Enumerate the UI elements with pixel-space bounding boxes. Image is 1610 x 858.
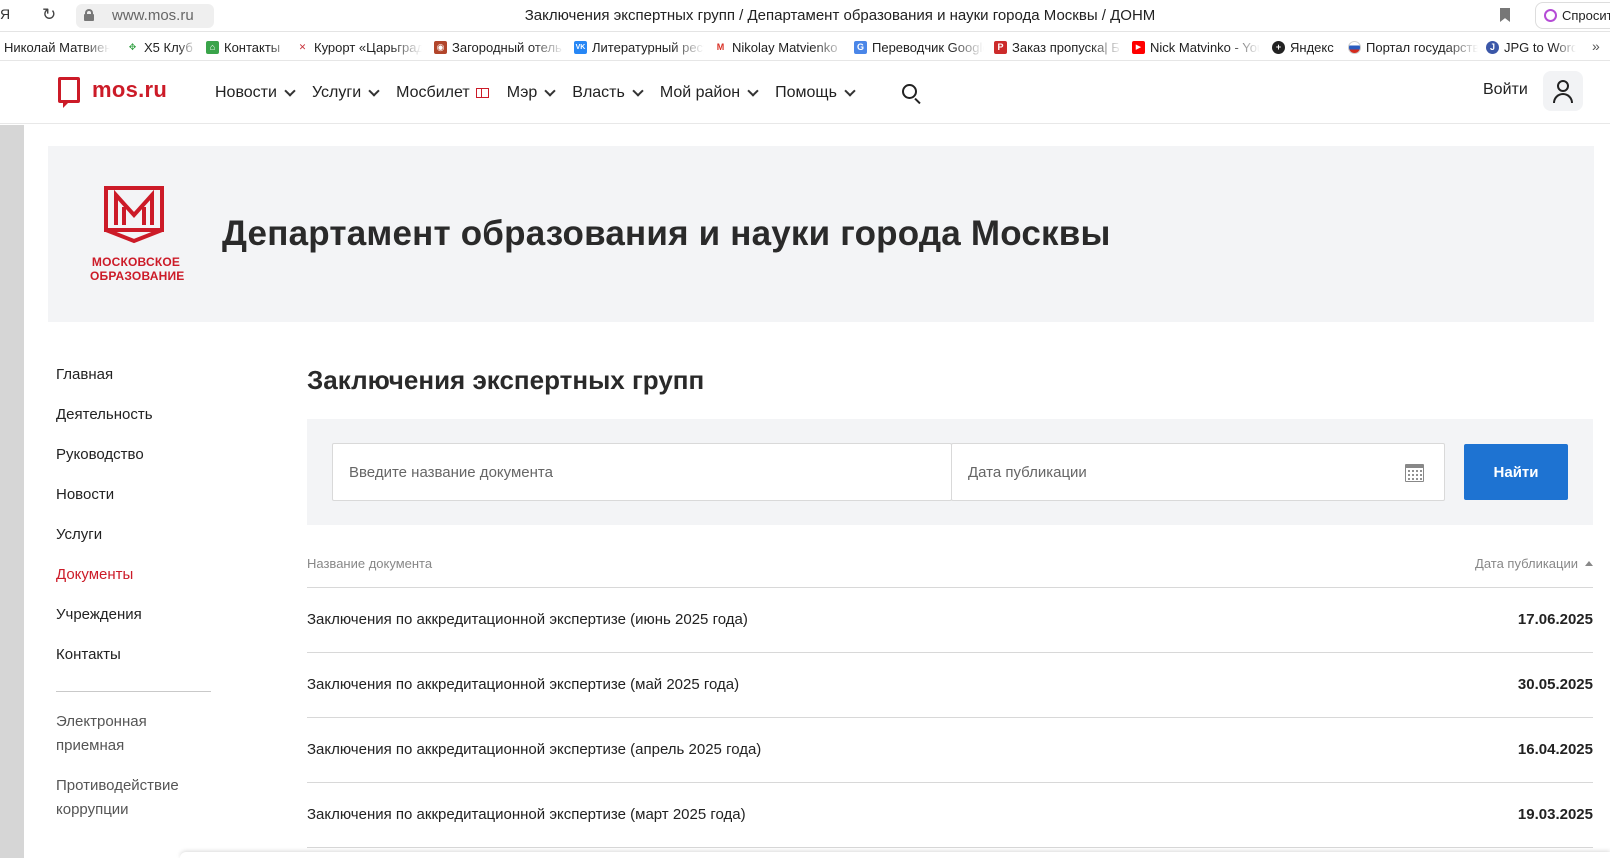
chevron-down-icon: [284, 84, 296, 97]
column-header-date[interactable]: Дата публикации: [1475, 556, 1593, 571]
user-account-button[interactable]: [1543, 71, 1583, 111]
sidebar-item-services[interactable]: Услуги: [56, 517, 216, 557]
table-header: Название документа Дата публикации: [307, 548, 1593, 588]
ticket-icon: [475, 88, 489, 98]
bookmark-item[interactable]: J JPG to Word: [1486, 40, 1576, 55]
bookmark-item[interactable]: G Переводчик Google: [854, 40, 984, 55]
sidebar-item-documents[interactable]: Документы: [56, 557, 216, 597]
search-panel: Найти: [307, 419, 1593, 525]
bookmark-item[interactable]: ⌂ Контакты: [206, 40, 290, 55]
nav-services[interactable]: Услуги: [312, 84, 380, 102]
chevron-down-icon: [544, 84, 556, 97]
window-edge: [0, 125, 24, 858]
main-nav: Новости Услуги Мосбилет Мэр Власть Мой р…: [215, 84, 872, 102]
bookmark-item[interactable]: ◉ Загородный отель: [434, 40, 564, 55]
bookmark-item[interactable]: ✥ X5 Клуб: [126, 40, 196, 55]
document-link[interactable]: Заключения по аккредитационной экспертиз…: [307, 741, 761, 758]
jpg-icon: J: [1486, 41, 1499, 54]
bottom-panel-edge: [180, 852, 1610, 858]
login-link[interactable]: Войти: [1483, 81, 1528, 99]
reload-icon[interactable]: ↻: [42, 5, 56, 25]
documents-table: Название документа Дата публикации Заклю…: [307, 548, 1593, 848]
chevron-down-icon: [368, 84, 380, 97]
sidebar-item-leadership[interactable]: Руководство: [56, 437, 216, 477]
search-icon[interactable]: [902, 84, 917, 99]
mos-logo-icon: [58, 77, 80, 108]
nav-government[interactable]: Власть: [572, 84, 644, 102]
sidebar-item-institutions[interactable]: Учреждения: [56, 597, 216, 637]
calendar-icon[interactable]: [1405, 464, 1424, 482]
moscow-education-logo-icon: [104, 186, 164, 244]
document-date: 16.04.2025: [1517, 741, 1593, 758]
document-link[interactable]: Заключения по аккредитационной экспертиз…: [307, 676, 739, 693]
table-row[interactable]: Заключения по аккредитационной экспертиз…: [307, 783, 1593, 848]
bookmarks-bar: Николай Матвиенко ✥X5 Клуб ⌂Контакты ✕Ку…: [0, 33, 1610, 61]
home-icon: ⌂: [206, 41, 219, 54]
user-icon: [1557, 80, 1569, 92]
document-date: 19.03.2025: [1517, 806, 1593, 823]
browser-toolbar: Я ↻ www.mos.ru Заключения экспертных гру…: [0, 0, 1610, 32]
pattern-icon: ✕: [298, 42, 307, 52]
bookmark-icon[interactable]: [1500, 8, 1510, 22]
table-row[interactable]: Заключения по аккредитационной экспертиз…: [307, 653, 1593, 718]
sort-ascending-icon: [1585, 561, 1593, 566]
sidebar-link-e-reception[interactable]: Электронная приемная: [56, 710, 166, 758]
chevron-down-icon: [747, 84, 759, 97]
bookmark-item[interactable]: VKЛитературный ресурс: [574, 40, 704, 55]
bookmark-item[interactable]: ✕ Курорт «Царьград»: [296, 40, 422, 55]
find-button[interactable]: Найти: [1464, 444, 1568, 500]
sidebar-item-activity[interactable]: Деятельность: [56, 397, 216, 437]
nav-my-district[interactable]: Мой район: [660, 84, 759, 102]
sidebar-link-anti-corruption[interactable]: Противодействие коррупции: [56, 774, 196, 822]
document-link[interactable]: Заключения по аккредитационной экспертиз…: [307, 611, 748, 628]
pass-icon: P: [994, 41, 1007, 54]
sidebar-divider: [56, 691, 211, 692]
bookmark-item[interactable]: Николай Матвиенко: [4, 40, 110, 55]
youtube-icon: ▶: [1132, 41, 1145, 54]
yandex-logo-icon[interactable]: Я: [0, 6, 10, 22]
bookmark-item[interactable]: + Яндекс: [1272, 40, 1342, 55]
translate-icon: G: [854, 41, 867, 54]
sidebar-item-home[interactable]: Главная: [56, 357, 216, 397]
nav-mosbilet[interactable]: Мосбилет: [396, 84, 489, 102]
chevron-down-icon: [844, 84, 856, 97]
publication-date-input[interactable]: [951, 443, 1445, 501]
hotel-icon: ◉: [434, 41, 447, 54]
document-date: 30.05.2025: [1517, 676, 1593, 693]
bookmark-item[interactable]: M Nikolay Matvienko: [714, 40, 846, 55]
table-row[interactable]: Заключения по аккредитационной экспертиз…: [307, 588, 1593, 653]
department-title: Департамент образования и науки города М…: [222, 214, 1111, 253]
ask-button[interactable]: Спросить: [1535, 2, 1610, 29]
russia-flag-icon: [1348, 41, 1361, 54]
sidebar: Главная Деятельность Руководство Новости…: [56, 357, 216, 838]
bookmark-item[interactable]: Портал государственных услуг: [1348, 40, 1478, 55]
x5-icon: ✥: [128, 42, 137, 52]
nav-help[interactable]: Помощь: [775, 84, 856, 102]
alice-icon: [1544, 9, 1557, 22]
page-title: Заключения экспертных групп: [307, 365, 705, 395]
more-bookmarks-icon[interactable]: »: [1592, 38, 1600, 54]
vk-icon: VK: [574, 41, 587, 54]
bookmark-item[interactable]: ▶Nick Matvinko - YouTube: [1132, 40, 1260, 55]
document-name-input[interactable]: [332, 443, 952, 501]
page-tab-title: Заключения экспертных групп / Департамен…: [524, 7, 1156, 24]
chevron-down-icon: [632, 84, 644, 97]
table-row[interactable]: Заключения по аккредитационной экспертиз…: [307, 718, 1593, 783]
lock-icon[interactable]: [84, 9, 94, 21]
document-link[interactable]: Заключения по аккредитационной экспертиз…: [307, 806, 746, 823]
column-header-name: Название документа: [307, 556, 433, 571]
nav-mayor[interactable]: Мэр: [507, 84, 556, 102]
sidebar-item-contacts[interactable]: Контакты: [56, 637, 216, 677]
site-header: mos.ru Новости Услуги Мосбилет Мэр Власт…: [0, 62, 1610, 124]
gmail-icon: M: [716, 42, 725, 52]
sidebar-item-news[interactable]: Новости: [56, 477, 216, 517]
url-text[interactable]: www.mos.ru: [112, 7, 194, 24]
moscow-education-logo[interactable]: МОСКОВСКОЕ ОБРАЗОВАНИЕ: [90, 185, 184, 285]
mos-ru-logo[interactable]: mos.ru: [58, 77, 167, 108]
nav-news[interactable]: Новости: [215, 84, 296, 102]
bookmark-item[interactable]: P Заказ пропуска| Б: [994, 40, 1122, 55]
yandex-icon: +: [1272, 41, 1285, 54]
document-date: 17.06.2025: [1517, 611, 1593, 628]
